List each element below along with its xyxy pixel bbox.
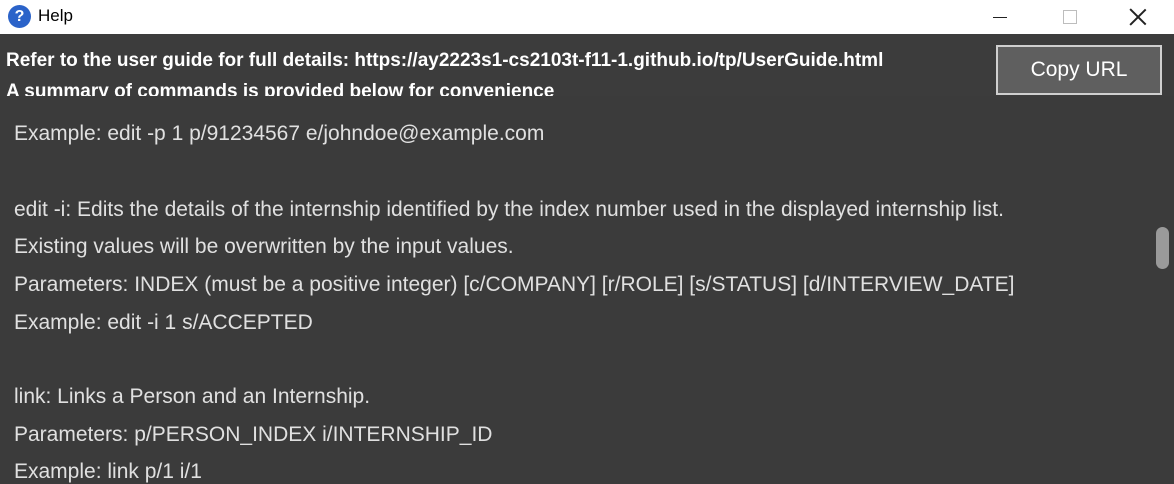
maximize-icon [1063,10,1077,24]
help-question-icon: ? [8,5,31,28]
summary-line: link: Links a Person and an Internship. [14,385,371,408]
summary-line: edit -i: Edits the details of the intern… [14,198,1004,221]
command-summary-panel[interactable]: Example: edit -p 1 p/91234567 e/johndoe@… [0,96,1174,484]
summary-line: Parameters: INDEX (must be a positive in… [14,273,1015,296]
close-icon [1129,8,1147,26]
summary-note-text: A summary of commands is provided below … [6,81,555,96]
vertical-scrollbar-thumb[interactable] [1156,227,1169,269]
summary-line: Parameters: p/PERSON_INDEX i/INTERNSHIP_… [14,423,493,446]
summary-line: Example: edit -i 1 s/ACCEPTED [14,311,313,334]
summary-line: Existing values will be overwritten by t… [14,235,514,258]
summary-line: Example: link p/1 i/1 [14,460,202,483]
minimize-button[interactable] [966,0,1034,34]
minimize-icon [993,16,1007,18]
user-guide-url-text: Refer to the user guide for full details… [6,50,884,71]
close-button[interactable] [1104,0,1172,34]
window-title: Help [38,6,73,25]
copy-url-button[interactable]: Copy URL [996,45,1162,95]
title-bar: ? Help [0,0,1174,34]
summary-line: Example: edit -p 1 p/91234567 e/johndoe@… [14,122,545,145]
maximize-button[interactable] [1036,0,1104,34]
